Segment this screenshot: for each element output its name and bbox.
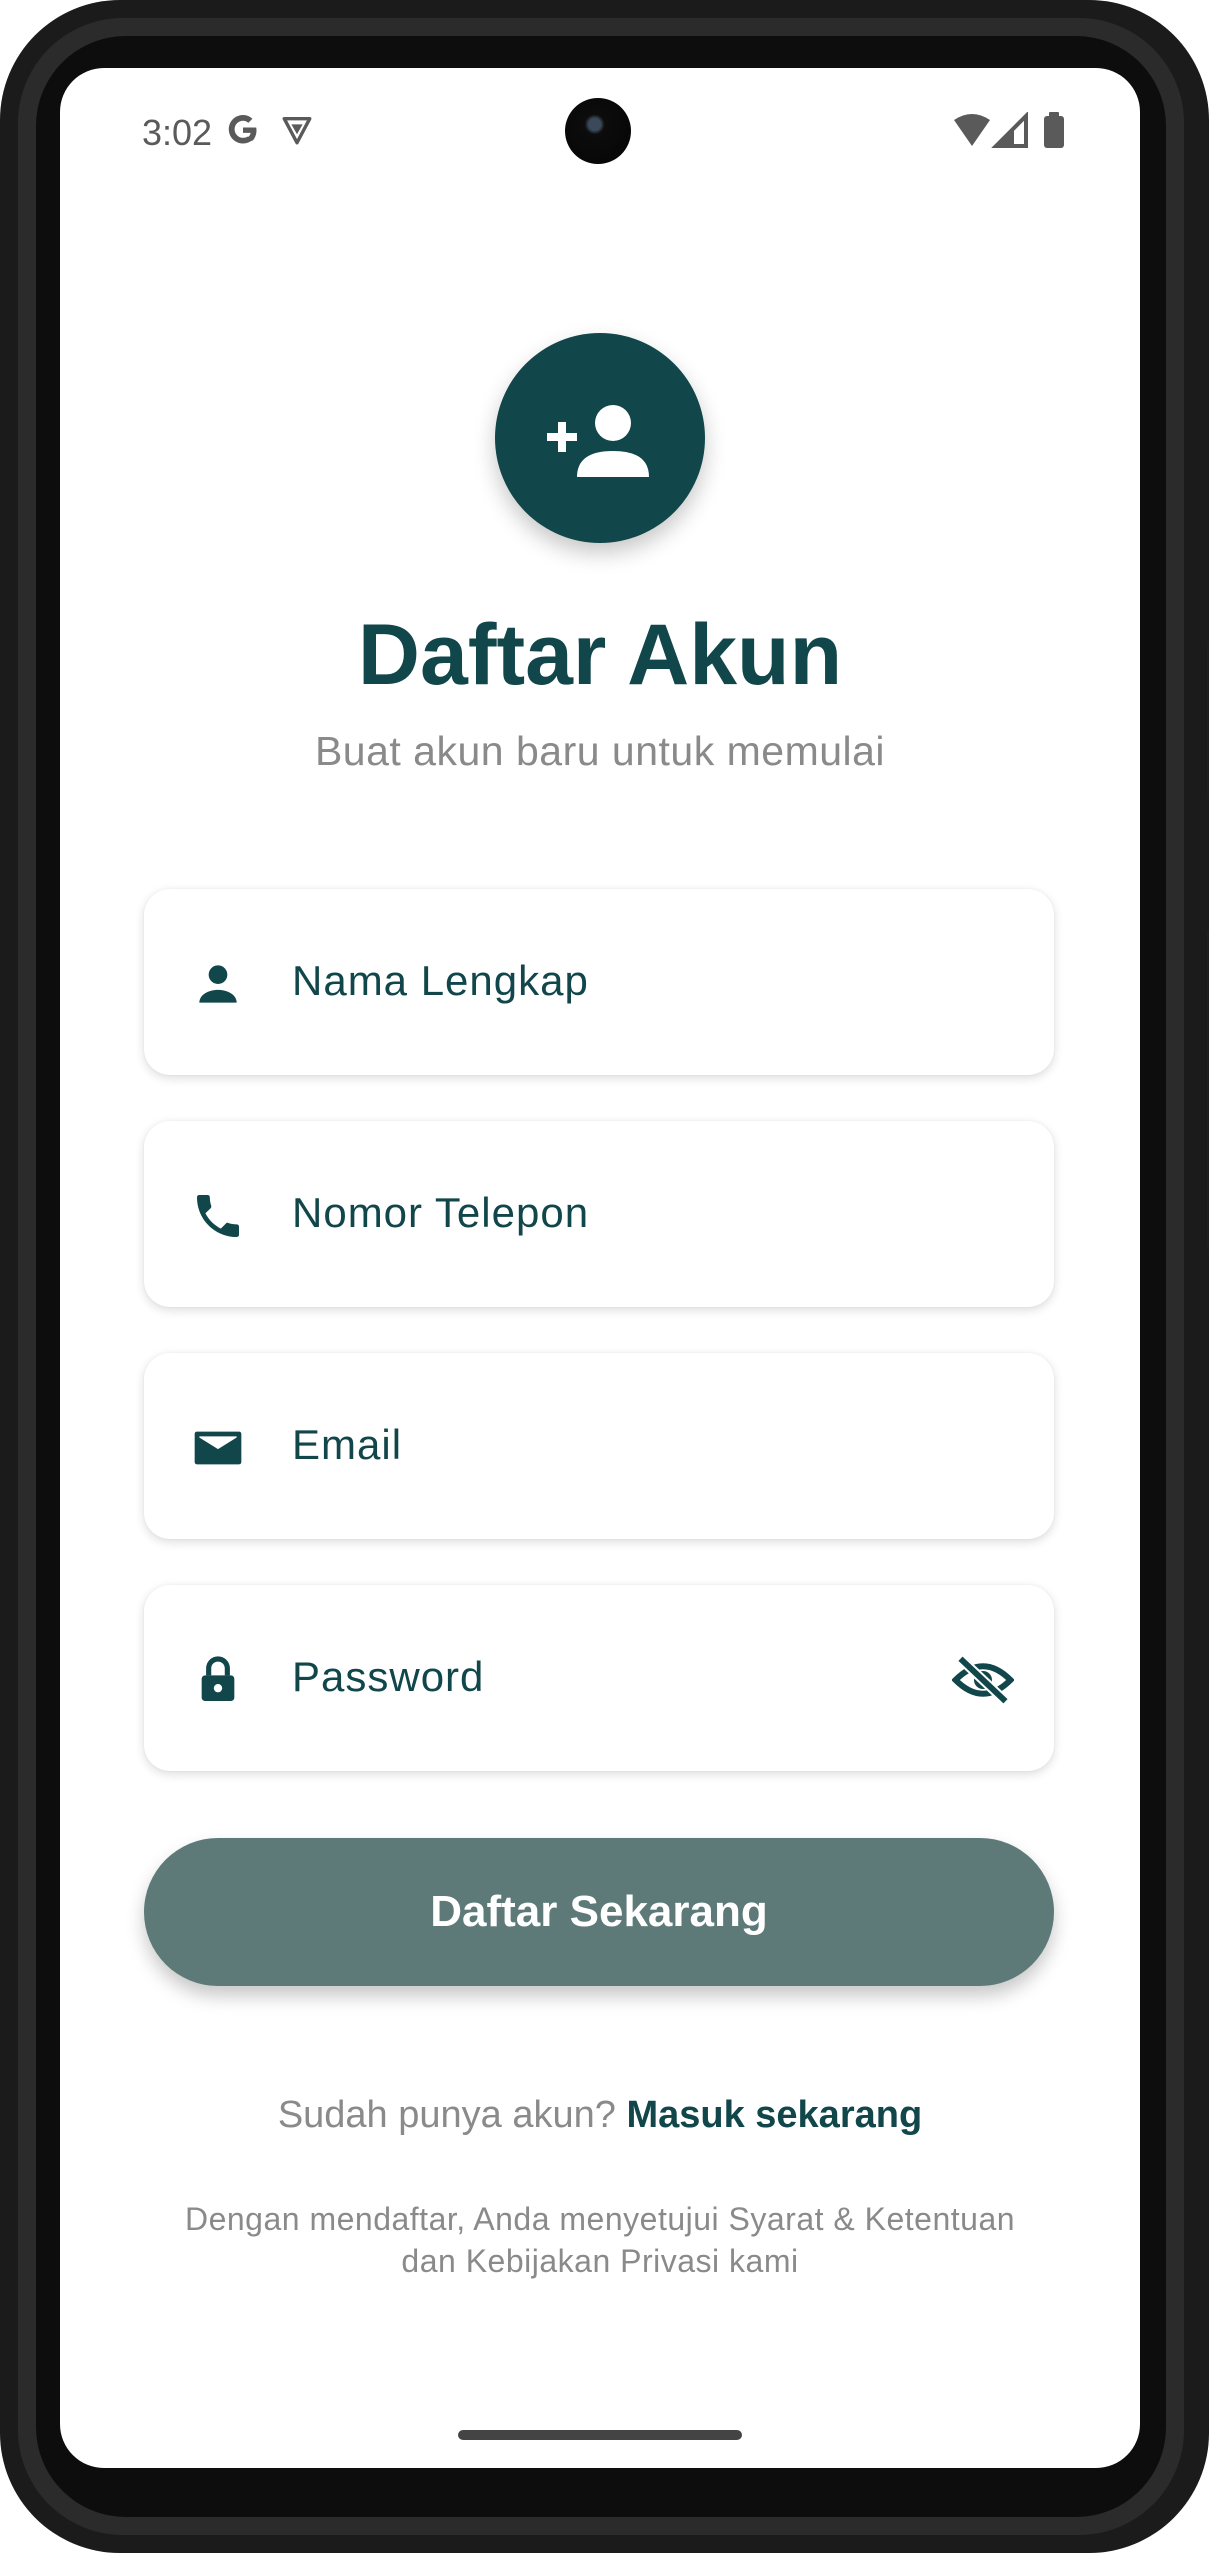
password-placeholder: Password [292, 1653, 485, 1700]
home-indicator[interactable] [458, 2430, 742, 2440]
login-prompt: Sudah punya akun? Masuk sekarang [60, 2094, 1140, 2137]
full-name-placeholder: Nama Lengkap [292, 957, 589, 1004]
system-status-icons [954, 112, 1064, 148]
register-button[interactable]: Daftar Sekarang [144, 1838, 1054, 1986]
page-title: Daftar Akun [357, 607, 843, 703]
shield-vpn-icon [282, 116, 312, 145]
visibility-off-icon[interactable] [952, 1655, 1014, 1705]
email-field[interactable]: Email [144, 1353, 1054, 1539]
wifi-icon [954, 114, 990, 146]
header-avatar [495, 333, 705, 543]
person-icon [199, 965, 237, 1003]
battery-icon [1044, 116, 1064, 148]
terms-line-2: dan Kebijakan Privasi kami [401, 2243, 799, 2279]
lock-icon [201, 1656, 235, 1701]
email-icon [194, 1431, 242, 1465]
password-field[interactable]: Password [144, 1585, 1054, 1771]
app-screen: 3:02 Daftar Akun Buat akun baru untuk me… [60, 68, 1140, 2468]
status-time: 3:02 [142, 112, 213, 153]
phone-placeholder: Nomor Telepon [292, 1189, 590, 1236]
status-bar: 3:02 [60, 68, 1140, 198]
terms-line-1: Dengan mendaftar, Anda menyetujui Syarat… [184, 2201, 1016, 2237]
phone-field[interactable]: Nomor Telepon [144, 1121, 1054, 1307]
phone-icon [197, 1195, 239, 1237]
email-placeholder: Email [292, 1421, 403, 1468]
google-g-icon [228, 115, 257, 144]
terms-text: Dengan mendaftar, Anda menyetujui Syarat… [180, 2198, 1020, 2282]
front-camera [565, 98, 631, 164]
phone-frame: 3:02 Daftar Akun Buat akun baru untuk me… [0, 0, 1209, 2553]
login-prompt-text: Sudah punya akun? [277, 2094, 616, 2136]
page-subtitle: Buat akun baru untuk memulai [314, 728, 886, 774]
full-name-field[interactable]: Nama Lengkap [144, 889, 1054, 1075]
login-link[interactable]: Masuk sekarang [626, 2094, 922, 2136]
person-add-icon [547, 405, 649, 477]
